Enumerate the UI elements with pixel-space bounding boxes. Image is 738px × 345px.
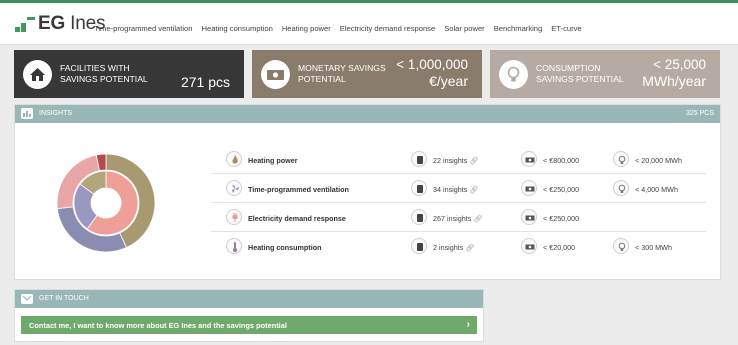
tile-consumption-value: < 25,000 MWh/year: [642, 57, 706, 89]
envelope-icon: [21, 294, 33, 304]
tile-monetary-label: MONETARY SAVINGS POTENTIAL: [298, 63, 386, 84]
nav-item-heating-consumption[interactable]: Heating consumption: [201, 24, 272, 33]
insight-name: Heating consumption: [248, 243, 322, 252]
insight-money: < €250,000: [543, 185, 580, 194]
plug-icon: [226, 209, 242, 225]
banknote-icon: [521, 209, 537, 225]
tile-facilities: FACILITIES WITH SAVINGS POTENTIAL 271 pc…: [14, 50, 244, 98]
flame-icon: [226, 151, 242, 167]
insight-count-link[interactable]: 22 insights 🔗︎: [433, 156, 479, 165]
tile-facilities-value: 271 pcs: [180, 74, 230, 90]
insights-header: INSIGHTS 325 PCS: [15, 105, 720, 123]
tile-consumption-label: CONSUMPTION SAVINGS POTENTIAL: [536, 63, 624, 84]
nav-item-electricity-demand-response[interactable]: Electricity demand response: [340, 24, 435, 33]
link-icon: 🔗︎: [473, 214, 483, 223]
insight-name: Heating power: [248, 156, 298, 165]
insights-title: INSIGHTS: [39, 110, 73, 117]
nav-item-et-curve[interactable]: ET-curve: [551, 24, 581, 33]
insights-panel: INSIGHTS 325 PCS Heating power 22 insigh…: [14, 104, 721, 280]
clipboard-icon: [411, 238, 427, 254]
insight-energy: < 20,000 MWh: [635, 156, 682, 165]
chart-icon: [21, 108, 33, 119]
brand-bold: EG: [38, 13, 66, 34]
insight-money: < €800,000: [543, 156, 580, 165]
nav-item-benchmarking[interactable]: Benchmarking: [494, 24, 543, 33]
link-icon: 🔗︎: [469, 185, 479, 194]
tile-facilities-label: FACILITIES WITH SAVINGS POTENTIAL: [60, 63, 148, 84]
contact-me-button[interactable]: Contact me, I want to know more about EG…: [21, 316, 477, 334]
insight-energy: < 300 MWh: [635, 243, 672, 252]
insight-row-heating-consumption[interactable]: Heating consumption 2 insights 🔗︎ < €20,…: [211, 232, 706, 261]
thermometer-icon: [226, 238, 242, 254]
chevron-right-icon: ›: [466, 319, 470, 330]
house-icon: [23, 60, 52, 89]
get-in-touch-header: GET IN TOUCH: [15, 290, 483, 308]
tile-monetary-value: < 1,000,000 €/year: [396, 57, 468, 89]
insight-count-link[interactable]: 34 insights 🔗︎: [433, 185, 479, 194]
clipboard-icon: [411, 209, 427, 225]
lightbulb-icon: [613, 180, 629, 196]
insight-count-link[interactable]: 2 insights 🔗︎: [433, 243, 475, 252]
insight-row-time-programmed-ventilation[interactable]: Time-programmed ventilation 34 insights …: [211, 174, 706, 203]
nav-item-heating-power[interactable]: Heating power: [282, 24, 331, 33]
insight-energy: < 4,000 MWh: [635, 185, 678, 194]
top-navigation: EG Ines Time-programmed ventilation Heat…: [0, 3, 738, 45]
nav-menu: Time-programmed ventilation Heating cons…: [94, 24, 591, 33]
get-in-touch-title: GET IN TOUCH: [39, 295, 89, 302]
tile-monetary-savings: MONETARY SAVINGS POTENTIAL < 1,000,000 €…: [252, 50, 482, 98]
insight-name: Time-programmed ventilation: [248, 185, 349, 194]
insight-row-electricity-demand-response[interactable]: Electricity demand response 267 insights…: [211, 203, 706, 232]
insight-money: < €250,000: [543, 214, 580, 223]
insight-row-heating-power[interactable]: Heating power 22 insights 🔗︎ < €800,000 …: [211, 145, 706, 174]
link-icon: 🔗︎: [469, 156, 479, 165]
fan-icon: [226, 180, 242, 196]
clipboard-icon: [411, 180, 427, 196]
insights-count: 325 PCS: [685, 110, 714, 117]
nav-item-solar-power[interactable]: Solar power: [444, 24, 485, 33]
banknote-icon: [521, 180, 537, 196]
insight-name: Electricity demand response: [248, 214, 346, 223]
banknote-icon: [521, 238, 537, 254]
lightbulb-icon: [613, 238, 629, 254]
insight-money: < €20,000: [543, 243, 576, 252]
clipboard-icon: [411, 151, 427, 167]
lightbulb-icon: [499, 60, 528, 89]
insight-count-link[interactable]: 267 insights 🔗︎: [433, 214, 482, 223]
link-icon: 🔗︎: [465, 243, 475, 252]
banknote-icon: [521, 151, 537, 167]
eg-logo-icon[interactable]: [15, 17, 37, 33]
tile-consumption-savings: CONSUMPTION SAVINGS POTENTIAL < 25,000 M…: [490, 50, 720, 98]
banknote-icon: [261, 60, 290, 89]
lightbulb-icon: [613, 151, 629, 167]
nav-item-time-programmed-ventilation[interactable]: Time-programmed ventilation: [94, 24, 192, 33]
get-in-touch-panel: GET IN TOUCH Contact me, I want to know …: [14, 289, 484, 342]
insights-donut-chart: [56, 153, 156, 253]
